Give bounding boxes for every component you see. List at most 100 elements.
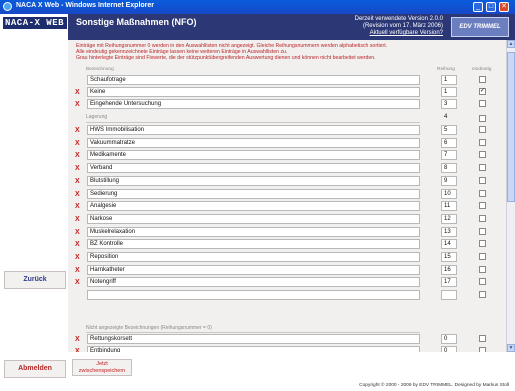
back-button[interactable]: Zurück [4,271,66,289]
name-field[interactable]: Analgesie [87,201,420,212]
window-titlebar: NACA X Web - Windows Internet Explorer _… [0,0,515,14]
delete-icon[interactable]: X [75,239,82,250]
delete-icon[interactable]: X [75,189,82,200]
maximize-button[interactable]: □ [486,2,496,12]
exclusive-checkbox[interactable] [479,189,486,197]
order-field[interactable]: 5 [441,125,457,135]
name-field[interactable]: Muskelrelaxation [87,226,420,237]
vertical-scrollbar[interactable]: ▲ ▼ [506,40,515,352]
order-field[interactable]: 7 [441,150,457,161]
order-field[interactable]: 12 [441,213,457,224]
table-row: X Reposition 15 [68,252,506,263]
version-current: Derzeit verwendete Version 2.0.0 [354,16,443,22]
table-row: X Muskelrelaxation 13 [68,226,506,238]
column-header-exclusive: eindeutig [472,67,492,72]
order-field[interactable]: 13 [441,226,457,237]
order-field[interactable]: 16 [441,264,457,275]
save-draft-button[interactable]: Jetzt zwischenspeichern [72,359,132,376]
exclusive-checkbox[interactable] [479,227,486,235]
name-field[interactable]: Verband [87,163,420,174]
section-divider [86,332,420,333]
order-field[interactable]: 1 [441,87,457,98]
version-revision: (Revision vom 17. März 2006) [362,23,443,29]
table-row: X Vakuummatratze 6 [68,137,506,149]
table-row [68,290,506,301]
delete-icon[interactable]: X [75,163,82,174]
order-field[interactable]: 3 [441,99,457,110]
name-field[interactable]: Keine [87,87,420,98]
exclusive-checkbox[interactable] [479,335,486,342]
name-field[interactable] [87,290,420,301]
exclusive-checkbox[interactable] [479,240,486,248]
delete-icon[interactable]: X [75,125,82,136]
delete-icon[interactable]: X [75,150,82,161]
order-field[interactable]: 17 [441,277,457,288]
exclusive-checkbox[interactable]: ✓ [479,88,486,96]
exclusive-checkbox[interactable] [479,253,486,260]
delete-icon[interactable]: X [75,214,82,225]
delete-icon[interactable]: X [75,227,82,238]
delete-icon[interactable]: X [75,138,82,149]
section-header-row [68,114,506,125]
logout-button[interactable]: Abmelden [4,360,66,378]
delete-icon[interactable]: X [75,176,82,187]
name-field[interactable]: Medikamente [87,150,420,161]
exclusive-checkbox[interactable] [479,100,486,108]
exclusive-checkbox[interactable] [479,214,486,222]
exclusive-checkbox[interactable] [479,291,486,299]
name-field[interactable]: BZ Kontrolle [87,239,420,250]
exclusive-checkbox[interactable] [479,151,486,159]
name-field[interactable]: Schaufotrage [87,75,420,85]
order-field[interactable]: 6 [441,137,457,148]
delete-icon[interactable]: X [75,252,82,263]
name-field[interactable]: Vakuummatratze [87,137,420,148]
delete-icon[interactable]: X [75,201,82,212]
order-field[interactable]: 8 [441,163,457,174]
table-row: X Keine 1 ✓ [68,87,506,98]
order-field[interactable]: 1 [441,75,457,85]
section-header-checkbox[interactable] [479,115,486,122]
column-header-name: Bezeichnung [86,67,114,72]
exclusive-checkbox[interactable] [479,164,486,172]
order-field[interactable] [441,290,457,301]
order-field[interactable]: 14 [441,239,457,250]
name-field[interactable]: Reposition [87,252,420,262]
table-row: X Eingehende Untersuchung 3 [68,99,506,110]
exclusive-checkbox[interactable] [479,265,486,273]
name-field[interactable]: Eingehende Untersuchung [87,99,420,110]
delete-icon[interactable]: X [75,334,82,345]
delete-icon[interactable]: X [75,87,82,98]
brand-logo: EDV TRIMMEL [451,17,509,37]
order-field[interactable]: 11 [441,201,457,212]
copyright-text: Copyright © 2000 - 2009 by EDV TRIMMEL. … [359,383,509,388]
delete-icon[interactable]: X [75,99,82,110]
close-button[interactable]: ✕ [499,2,509,12]
delete-icon[interactable]: X [75,265,82,276]
name-field[interactable]: Sedierung [87,188,420,199]
delete-icon[interactable]: X [75,277,82,288]
main-content: Einträge mit Reihungsnummer 0 werden in … [68,40,506,352]
exclusive-checkbox[interactable] [479,76,486,83]
exclusive-checkbox[interactable] [479,202,486,210]
order-field[interactable]: 0 [441,334,457,344]
name-field[interactable]: Harnkatheter [87,264,420,275]
exclusive-checkbox[interactable] [479,278,486,286]
exclusive-checkbox[interactable] [479,176,486,184]
order-field[interactable]: 10 [441,188,457,199]
order-field[interactable]: 15 [441,252,457,262]
name-field[interactable]: Blutstillung [87,175,420,186]
name-field[interactable]: Narkose [87,213,420,224]
name-field[interactable]: HWS Immobilisation [87,125,420,135]
scroll-up-arrow-icon[interactable]: ▲ [507,40,515,48]
scroll-thumb[interactable] [507,52,515,202]
table-row: X HWS Immobilisation 5 [68,125,506,136]
minimize-button[interactable]: _ [473,2,483,12]
name-field[interactable]: Rettungskorsett [87,334,420,344]
version-check-link[interactable]: Aktuell verfügbare Version? [355,30,443,37]
order-field[interactable]: 9 [441,175,457,186]
window-title: NACA X Web - Windows Internet Explorer [16,2,155,9]
exclusive-checkbox[interactable] [479,126,486,133]
scroll-down-arrow-icon[interactable]: ▼ [507,344,515,352]
exclusive-checkbox[interactable] [479,138,486,146]
name-field[interactable]: Notengriff [87,277,420,288]
